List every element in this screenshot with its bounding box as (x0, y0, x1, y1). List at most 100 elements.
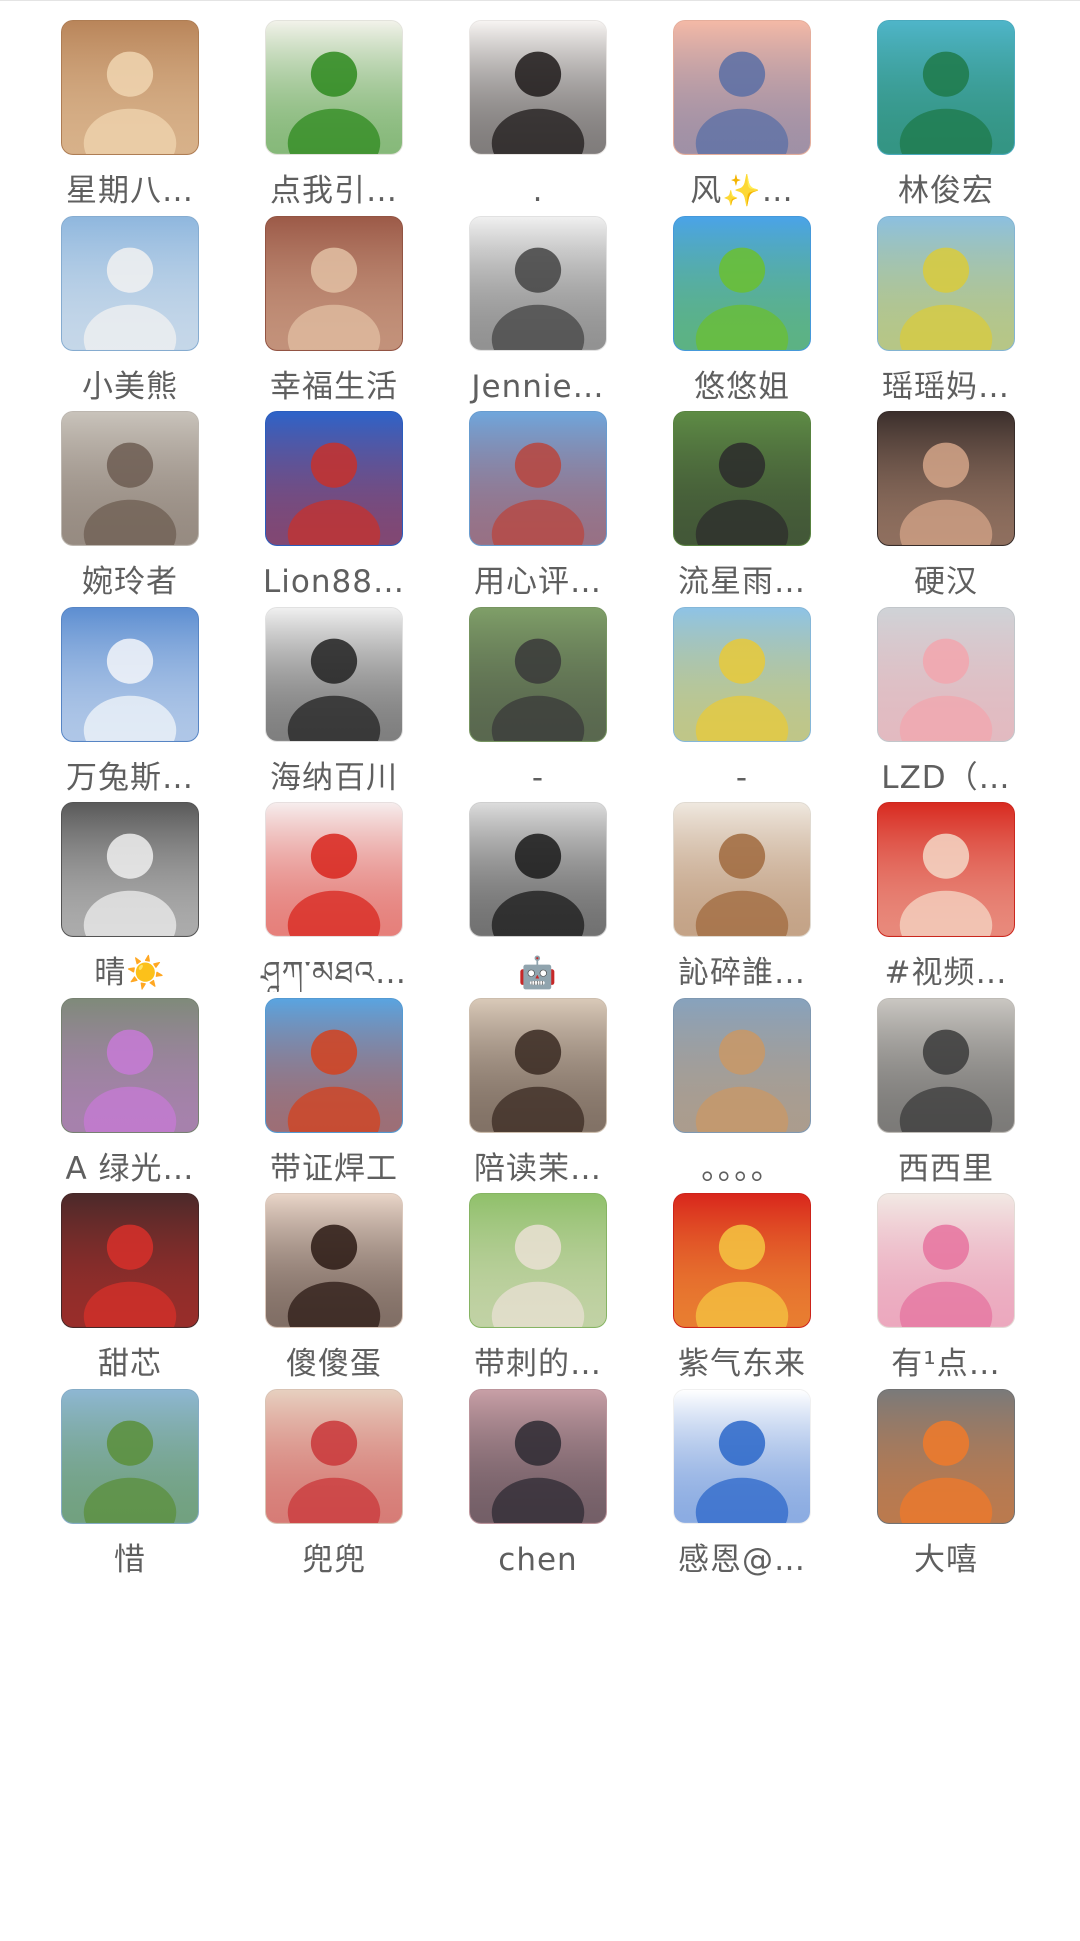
member-cell[interactable]: chen (436, 1369, 640, 1579)
avatar[interactable] (61, 1389, 199, 1524)
avatar[interactable] (469, 1389, 607, 1524)
avatar-image (878, 999, 1014, 1132)
member-cell[interactable]: 有¹点… (844, 1173, 1048, 1383)
avatar[interactable] (265, 1193, 403, 1328)
avatar[interactable] (673, 607, 811, 742)
avatar[interactable] (469, 216, 607, 351)
member-cell[interactable]: 大嘻 (844, 1369, 1048, 1579)
member-cell[interactable]: 流星雨… (640, 391, 844, 601)
member-cell[interactable]: 惜 (28, 1369, 232, 1579)
avatar-image (674, 412, 810, 545)
avatar[interactable] (265, 411, 403, 546)
member-cell[interactable]: Jennie… (436, 196, 640, 406)
member-cell[interactable]: 晴☀️ (28, 782, 232, 992)
avatar-image (878, 217, 1014, 350)
avatar[interactable] (61, 411, 199, 546)
member-cell[interactable]: 海纳百川 (232, 587, 436, 797)
avatar[interactable] (673, 1193, 811, 1328)
avatar[interactable] (61, 607, 199, 742)
member-cell[interactable]: 点我引… (232, 0, 436, 210)
member-cell[interactable]: 星期八… (28, 0, 232, 210)
avatar-image (266, 1194, 402, 1327)
avatar-image (470, 1194, 606, 1327)
avatar-image (62, 217, 198, 350)
avatar-image (470, 21, 606, 154)
member-cell[interactable]: 甜芯 (28, 1173, 232, 1383)
avatar[interactable] (877, 607, 1015, 742)
member-cell[interactable]: 西西里 (844, 978, 1048, 1188)
member-cell[interactable]: Lion88… (232, 391, 436, 601)
member-cell[interactable]: 兜兜 (232, 1369, 436, 1579)
member-cell[interactable]: 傻傻蛋 (232, 1173, 436, 1383)
avatar[interactable] (61, 802, 199, 937)
avatar-image (62, 1194, 198, 1327)
avatar[interactable] (673, 998, 811, 1133)
avatar-image (470, 999, 606, 1132)
member-cell[interactable]: 訫碎誰… (640, 782, 844, 992)
avatar-image (470, 803, 606, 936)
avatar[interactable] (265, 607, 403, 742)
member-cell[interactable]: 硬汉 (844, 391, 1048, 601)
avatar[interactable] (469, 607, 607, 742)
avatar[interactable] (673, 411, 811, 546)
member-cell[interactable]: 🤖 (436, 782, 640, 992)
avatar[interactable] (877, 20, 1015, 155)
avatar[interactable] (673, 20, 811, 155)
member-cell[interactable]: 带刺的… (436, 1173, 640, 1383)
member-name: chen (498, 1541, 578, 1578)
member-cell[interactable]: 带证焊工 (232, 978, 436, 1188)
avatar[interactable] (469, 998, 607, 1133)
member-cell[interactable]: ཤཱཀ་མཐའ… (232, 782, 436, 992)
member-cell[interactable]: - (640, 587, 844, 797)
avatar[interactable] (877, 1193, 1015, 1328)
avatar-image (878, 1194, 1014, 1327)
member-cell[interactable]: LZD（… (844, 587, 1048, 797)
member-cell[interactable]: 风✨… (640, 0, 844, 210)
member-cell[interactable]: 用心评… (436, 391, 640, 601)
avatar[interactable] (877, 998, 1015, 1133)
avatar[interactable] (877, 411, 1015, 546)
avatar[interactable] (61, 1193, 199, 1328)
member-cell[interactable]: 紫气东来 (640, 1173, 844, 1383)
avatar-image (878, 1390, 1014, 1523)
avatar[interactable] (877, 802, 1015, 937)
member-cell[interactable]: A 绿光… (28, 978, 232, 1188)
avatar[interactable] (469, 20, 607, 155)
member-cell[interactable]: 婉玲者 (28, 391, 232, 601)
avatar[interactable] (265, 802, 403, 937)
avatar[interactable] (673, 216, 811, 351)
avatar[interactable] (61, 216, 199, 351)
avatar-image (674, 21, 810, 154)
member-cell[interactable]: 小美熊 (28, 196, 232, 406)
avatar[interactable] (265, 998, 403, 1133)
member-cell[interactable]: 万兔斯… (28, 587, 232, 797)
member-cell[interactable]: #视频… (844, 782, 1048, 992)
avatar[interactable] (265, 216, 403, 351)
avatar[interactable] (673, 1389, 811, 1524)
avatar[interactable] (61, 998, 199, 1133)
avatar[interactable] (469, 802, 607, 937)
avatar[interactable] (877, 1389, 1015, 1524)
member-cell[interactable]: - (436, 587, 640, 797)
avatar[interactable] (469, 411, 607, 546)
member-cell[interactable]: 林俊宏 (844, 0, 1048, 210)
avatar-image (674, 999, 810, 1132)
avatar-image (470, 412, 606, 545)
avatar[interactable] (469, 1193, 607, 1328)
avatar[interactable] (61, 20, 199, 155)
member-cell[interactable]: 幸福生活 (232, 196, 436, 406)
member-cell[interactable]: 陪读茉… (436, 978, 640, 1188)
member-name: 惜 (114, 1541, 146, 1578)
member-cell[interactable]: 悠悠姐 (640, 196, 844, 406)
avatar-image (878, 608, 1014, 741)
avatar-image (266, 999, 402, 1132)
avatar[interactable] (265, 20, 403, 155)
member-cell[interactable]: 。。。。 (640, 978, 844, 1188)
member-cell[interactable]: . (436, 0, 640, 210)
avatar[interactable] (877, 216, 1015, 351)
member-cell[interactable]: 感恩@… (640, 1369, 844, 1579)
avatar[interactable] (265, 1389, 403, 1524)
avatar-image (62, 1390, 198, 1523)
avatar[interactable] (673, 802, 811, 937)
member-cell[interactable]: 瑶瑶妈… (844, 196, 1048, 406)
